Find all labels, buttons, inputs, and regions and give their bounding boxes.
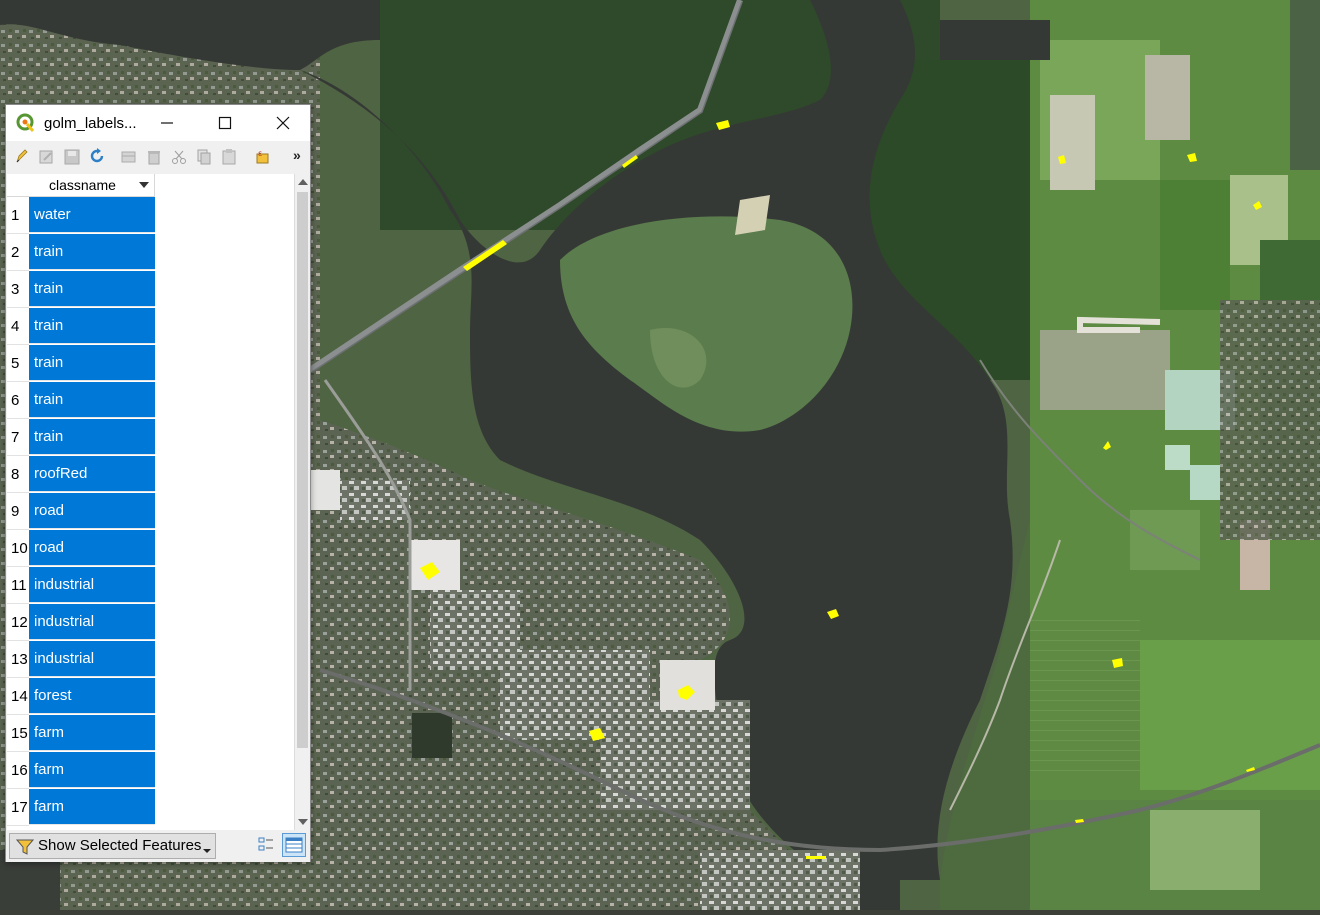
classname-cell[interactable]: farm (29, 715, 155, 751)
table-row[interactable]: 16 farm (7, 752, 155, 789)
chevron-down-icon (203, 849, 211, 853)
classname-cell[interactable]: forest (29, 678, 155, 714)
close-icon (276, 116, 290, 130)
toolbar-overflow-button[interactable]: » (293, 147, 301, 163)
maximize-button[interactable] (196, 105, 254, 141)
paste-icon[interactable] (220, 148, 238, 166)
expression-select-icon[interactable]: ε (255, 148, 273, 166)
table-row[interactable]: 17 farm (7, 789, 155, 826)
row-number[interactable]: 3 (7, 271, 29, 308)
table-view-icon (285, 837, 303, 853)
classname-cell[interactable]: industrial (29, 604, 155, 640)
row-number[interactable]: 17 (7, 789, 29, 826)
bottom-bar: Show Selected Features (6, 830, 310, 862)
copy-icon[interactable] (195, 148, 213, 166)
table-view-button[interactable] (282, 833, 306, 857)
classname-cell[interactable]: industrial (29, 641, 155, 677)
classname-cell[interactable]: train (29, 419, 155, 455)
classname-cell[interactable]: farm (29, 789, 155, 825)
classname-cell[interactable]: roofRed (29, 456, 155, 492)
multi-edit-icon[interactable] (38, 148, 56, 166)
vertical-scrollbar[interactable] (294, 174, 310, 830)
row-number[interactable]: 11 (7, 567, 29, 604)
feature-filter-dropdown[interactable]: Show Selected Features (9, 833, 216, 859)
scroll-up-icon[interactable] (298, 179, 308, 185)
table-row[interactable]: 8 roofRed (7, 456, 155, 493)
scrollbar-thumb[interactable] (297, 192, 308, 748)
save-icon[interactable] (63, 148, 81, 166)
table-row[interactable]: 14 forest (7, 678, 155, 715)
attribute-table[interactable]: classname 1 water 2 train 3 train 4 train 5 train… (7, 174, 294, 830)
row-number[interactable]: 1 (7, 197, 29, 234)
row-number[interactable]: 5 (7, 345, 29, 382)
cut-icon[interactable] (170, 148, 188, 166)
table-row[interactable]: 4 train (7, 308, 155, 345)
classname-cell[interactable]: train (29, 345, 155, 381)
sort-indicator-icon (139, 182, 149, 188)
maximize-icon (218, 116, 232, 130)
classname-cell[interactable]: farm (29, 752, 155, 788)
classname-cell[interactable]: industrial (29, 567, 155, 603)
minimize-icon (161, 122, 173, 124)
filter-label: Show Selected Features (38, 837, 202, 854)
table-row[interactable]: 2 train (7, 234, 155, 271)
window-titlebar[interactable]: golm_labels... (6, 105, 310, 141)
table-row[interactable]: 10 road (7, 530, 155, 567)
row-number[interactable]: 4 (7, 308, 29, 345)
row-number[interactable]: 6 (7, 382, 29, 419)
row-number[interactable]: 14 (7, 678, 29, 715)
table-corner[interactable] (7, 174, 29, 197)
table-row[interactable]: 11 industrial (7, 567, 155, 604)
svg-text:ε: ε (258, 149, 262, 158)
attribute-toolbar: ε » (6, 141, 310, 173)
row-number[interactable]: 9 (7, 493, 29, 530)
table-row[interactable]: 15 farm (7, 715, 155, 752)
row-number[interactable]: 7 (7, 419, 29, 456)
form-view-button[interactable] (254, 833, 278, 857)
table-row[interactable]: 12 industrial (7, 604, 155, 641)
column-header-label: classname (49, 177, 116, 193)
scroll-down-icon[interactable] (298, 819, 308, 825)
table-row[interactable]: 5 train (7, 345, 155, 382)
row-number[interactable]: 10 (7, 530, 29, 567)
table-row[interactable]: 7 train (7, 419, 155, 456)
classname-cell[interactable]: road (29, 493, 155, 529)
row-number[interactable]: 2 (7, 234, 29, 271)
classname-cell[interactable]: road (29, 530, 155, 566)
reload-icon[interactable] (88, 148, 106, 166)
row-number[interactable]: 13 (7, 641, 29, 678)
row-number[interactable]: 16 (7, 752, 29, 789)
table-row[interactable]: 1 water (7, 197, 155, 234)
classname-cell[interactable]: train (29, 382, 155, 418)
minimize-button[interactable] (138, 105, 196, 141)
filter-icon (16, 839, 34, 855)
window-title: golm_labels... (44, 115, 137, 132)
qgis-logo-icon (16, 113, 35, 132)
row-number[interactable]: 8 (7, 456, 29, 493)
row-number[interactable]: 12 (7, 604, 29, 641)
column-header-classname[interactable]: classname (29, 174, 155, 197)
table-row[interactable]: 9 road (7, 493, 155, 530)
form-view-icon (258, 837, 273, 851)
table-row[interactable]: 6 train (7, 382, 155, 419)
add-feature-icon[interactable] (120, 148, 138, 166)
pencil-icon[interactable] (13, 148, 31, 166)
row-number[interactable]: 15 (7, 715, 29, 752)
classname-cell[interactable]: train (29, 271, 155, 307)
classname-cell[interactable]: water (29, 197, 155, 233)
close-button[interactable] (254, 105, 312, 141)
table-row[interactable]: 13 industrial (7, 641, 155, 678)
attribute-table-window[interactable]: golm_labels... ε » classname 1 water 2 trai… (5, 104, 311, 862)
classname-cell[interactable]: train (29, 234, 155, 270)
classname-cell[interactable]: train (29, 308, 155, 344)
delete-icon[interactable] (145, 148, 163, 166)
table-row[interactable]: 3 train (7, 271, 155, 308)
